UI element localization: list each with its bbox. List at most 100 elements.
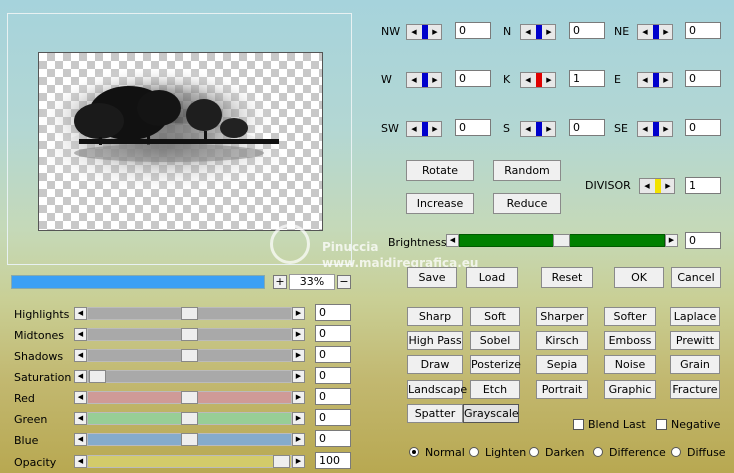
saturation-thumb[interactable] — [89, 370, 106, 383]
kernel-e-input[interactable]: 0 — [685, 70, 721, 87]
prewitt-preset-button[interactable]: Prewitt — [670, 331, 720, 350]
kernel-sw-input[interactable]: 0 — [455, 119, 491, 136]
kernel-e-spinner[interactable]: ◀ ▶ — [637, 72, 673, 88]
grain-preset-button[interactable]: Grain — [670, 355, 720, 374]
green-right-arrow[interactable]: ▶ — [292, 412, 305, 425]
laplace-preset-button[interactable]: Laplace — [670, 307, 720, 326]
saturation-right-arrow[interactable]: ▶ — [292, 370, 305, 383]
kernel-n-input[interactable]: 0 — [569, 22, 605, 39]
shadows-left-arrow[interactable]: ◀ — [74, 349, 87, 362]
draw-preset-button[interactable]: Draw — [407, 355, 463, 374]
rotate-button[interactable]: Rotate — [406, 160, 474, 181]
arrow-right-icon[interactable]: ▶ — [429, 26, 441, 38]
brightness-thumb[interactable] — [553, 234, 570, 247]
shadows-thumb[interactable] — [181, 349, 198, 362]
diffuse-radio[interactable] — [671, 447, 681, 457]
brightness-left-arrow[interactable]: ◀ — [446, 234, 459, 247]
arrow-right-icon[interactable]: ▶ — [429, 74, 441, 86]
kernel-ne-spinner[interactable]: ◀ ▶ — [637, 24, 673, 40]
kernel-n-spinner[interactable]: ◀ ▶ — [520, 24, 556, 40]
arrow-left-icon[interactable]: ◀ — [639, 123, 651, 135]
arrow-left-icon[interactable]: ◀ — [641, 180, 653, 192]
kernel-se-spinner[interactable]: ◀ ▶ — [637, 121, 673, 137]
midtones-thumb[interactable] — [181, 328, 198, 341]
kernel-k-input[interactable]: 1 — [569, 70, 605, 87]
highlights-left-arrow[interactable]: ◀ — [74, 307, 87, 320]
arrow-left-icon[interactable]: ◀ — [522, 74, 534, 86]
kernel-s-input[interactable]: 0 — [569, 119, 605, 136]
arrow-left-icon[interactable]: ◀ — [522, 123, 534, 135]
noise-preset-button[interactable]: Noise — [604, 355, 656, 374]
high-pass-preset-button[interactable]: High Pass — [407, 331, 463, 350]
arrow-right-icon[interactable]: ▶ — [660, 123, 672, 135]
green-thumb[interactable] — [181, 412, 198, 425]
arrow-right-icon[interactable]: ▶ — [429, 123, 441, 135]
posterize-preset-button[interactable]: Posterize — [470, 355, 521, 374]
opacity-thumb[interactable] — [273, 455, 290, 468]
kernel-sw-spinner[interactable]: ◀ ▶ — [406, 121, 442, 137]
opacity-right-arrow[interactable]: ▶ — [292, 455, 305, 468]
kernel-s-spinner[interactable]: ◀ ▶ — [520, 121, 556, 137]
opacity-input[interactable]: 100 — [315, 452, 351, 469]
sharp-preset-button[interactable]: Sharp — [407, 307, 463, 326]
arrow-right-icon[interactable]: ▶ — [543, 26, 555, 38]
sobel-preset-button[interactable]: Sobel — [470, 331, 520, 350]
grayscale-preset-button[interactable]: Grayscale — [463, 404, 519, 423]
kirsch-preset-button[interactable]: Kirsch — [536, 331, 588, 350]
random-button[interactable]: Random — [493, 160, 561, 181]
brightness-right-arrow[interactable]: ▶ — [665, 234, 678, 247]
red-right-arrow[interactable]: ▶ — [292, 391, 305, 404]
arrow-left-icon[interactable]: ◀ — [639, 26, 651, 38]
fracture-preset-button[interactable]: Fracture — [670, 380, 720, 399]
saturation-left-arrow[interactable]: ◀ — [74, 370, 87, 383]
divisor-spinner[interactable]: ◀ ▶ — [639, 178, 675, 194]
arrow-right-icon[interactable]: ▶ — [543, 123, 555, 135]
sharper-preset-button[interactable]: Sharper — [536, 307, 588, 326]
red-input[interactable]: 0 — [315, 388, 351, 405]
reset-button[interactable]: Reset — [541, 267, 593, 288]
blue-left-arrow[interactable]: ◀ — [74, 433, 87, 446]
shadows-right-arrow[interactable]: ▶ — [292, 349, 305, 362]
arrow-left-icon[interactable]: ◀ — [408, 74, 420, 86]
softer-preset-button[interactable]: Softer — [604, 307, 656, 326]
zoom-in-button[interactable]: + — [273, 275, 287, 289]
sepia-preset-button[interactable]: Sepia — [536, 355, 588, 374]
zoom-out-button[interactable]: − — [337, 275, 351, 289]
highlights-right-arrow[interactable]: ▶ — [292, 307, 305, 320]
blue-input[interactable]: 0 — [315, 430, 351, 447]
soft-preset-button[interactable]: Soft — [470, 307, 520, 326]
landscape-preset-button[interactable]: Landscape — [407, 380, 467, 399]
etch-preset-button[interactable]: Etch — [470, 380, 520, 399]
difference-radio[interactable] — [593, 447, 603, 457]
midtones-input[interactable]: 0 — [315, 325, 351, 342]
load-button[interactable]: Load — [466, 267, 518, 288]
ok-button[interactable]: OK — [614, 267, 664, 288]
red-thumb[interactable] — [181, 391, 198, 404]
cancel-button[interactable]: Cancel — [671, 267, 721, 288]
divisor-input[interactable]: 1 — [685, 177, 721, 194]
increase-button[interactable]: Increase — [406, 193, 474, 214]
kernel-ne-input[interactable]: 0 — [685, 22, 721, 39]
graphic-preset-button[interactable]: Graphic — [604, 380, 656, 399]
green-input[interactable]: 0 — [315, 409, 351, 426]
shadows-input[interactable]: 0 — [315, 346, 351, 363]
blue-thumb[interactable] — [181, 433, 198, 446]
red-left-arrow[interactable]: ◀ — [74, 391, 87, 404]
arrow-left-icon[interactable]: ◀ — [408, 123, 420, 135]
kernel-k-spinner[interactable]: ◀ ▶ — [520, 72, 556, 88]
negative-checkbox[interactable] — [656, 419, 667, 430]
kernel-se-input[interactable]: 0 — [685, 119, 721, 136]
midtones-right-arrow[interactable]: ▶ — [292, 328, 305, 341]
blend-last-checkbox[interactable] — [573, 419, 584, 430]
arrow-left-icon[interactable]: ◀ — [522, 26, 534, 38]
portrait-preset-button[interactable]: Portrait — [536, 380, 588, 399]
arrow-left-icon[interactable]: ◀ — [408, 26, 420, 38]
spatter-preset-button[interactable]: Spatter — [407, 404, 463, 423]
normal-radio[interactable] — [409, 447, 419, 457]
save-button[interactable]: Save — [407, 267, 457, 288]
arrow-right-icon[interactable]: ▶ — [662, 180, 674, 192]
reduce-button[interactable]: Reduce — [493, 193, 561, 214]
opacity-track[interactable] — [87, 455, 292, 468]
blue-right-arrow[interactable]: ▶ — [292, 433, 305, 446]
darken-radio[interactable] — [529, 447, 539, 457]
